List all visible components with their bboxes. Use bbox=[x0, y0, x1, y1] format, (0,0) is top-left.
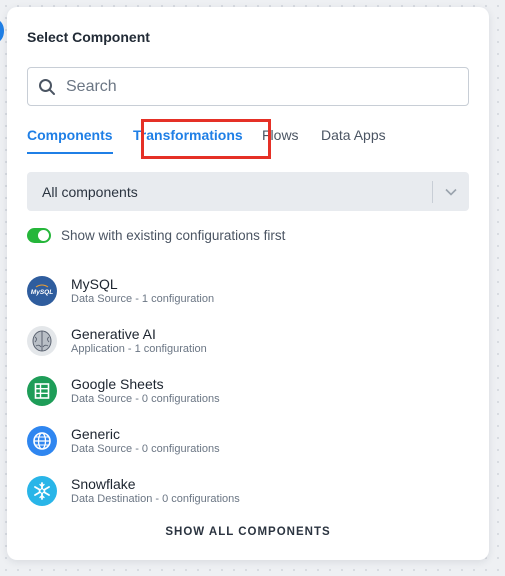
component-meta: Application - 1 configuration bbox=[71, 343, 207, 355]
brain-icon bbox=[27, 326, 57, 356]
chevron-down-icon[interactable] bbox=[433, 188, 469, 196]
svg-text:MySQL: MySQL bbox=[31, 289, 53, 296]
panel-title: Select Component bbox=[27, 29, 150, 45]
list-item-mysql[interactable]: MySQL MySQL Data Source - 1 configuratio… bbox=[27, 266, 469, 316]
component-name: Snowflake bbox=[71, 476, 136, 492]
list-item-google-sheets[interactable]: Google Sheets Data Source - 0 configurat… bbox=[27, 366, 469, 416]
tab-transformations[interactable]: Transformations bbox=[133, 127, 243, 143]
component-meta: Data Destination - 0 configurations bbox=[71, 493, 240, 505]
tab-components[interactable]: Components bbox=[27, 127, 113, 154]
list-item-snowflake[interactable]: Snowflake Data Destination - 0 configura… bbox=[27, 466, 469, 516]
toggle-label: Show with existing configurations first bbox=[61, 228, 286, 243]
show-all-components-button[interactable]: SHOW ALL COMPONENTS bbox=[7, 526, 489, 538]
existing-config-toggle[interactable] bbox=[27, 228, 51, 243]
component-name: Generative AI bbox=[71, 326, 156, 342]
snowflake-icon bbox=[27, 476, 57, 506]
globe-icon bbox=[27, 426, 57, 456]
component-name: Google Sheets bbox=[71, 376, 164, 392]
component-filter-select[interactable]: All components bbox=[27, 172, 469, 211]
search-box[interactable] bbox=[27, 67, 469, 106]
component-list: MySQL MySQL Data Source - 1 configuratio… bbox=[27, 266, 469, 516]
component-meta: Data Source - 1 configuration bbox=[71, 293, 215, 305]
component-name: Generic bbox=[71, 426, 121, 442]
tab-data-apps[interactable]: Data Apps bbox=[321, 127, 386, 143]
search-input[interactable] bbox=[64, 76, 428, 97]
list-item-generic[interactable]: Generic Data Source - 0 configurations bbox=[27, 416, 469, 466]
tab-flows[interactable]: Flows bbox=[262, 127, 299, 143]
component-meta: Data Source - 0 configurations bbox=[71, 393, 220, 405]
existing-config-toggle-row: Show with existing configurations first bbox=[27, 228, 285, 243]
search-icon bbox=[39, 78, 55, 95]
component-tabs: Components Transformations Flows Data Ap… bbox=[27, 119, 469, 159]
toggle-knob bbox=[38, 230, 49, 241]
select-value: All components bbox=[42, 183, 138, 200]
select-component-panel: Select Component Components Transformati… bbox=[7, 7, 489, 560]
mysql-logo-icon: MySQL bbox=[27, 276, 57, 306]
component-name: MySQL bbox=[71, 276, 118, 292]
background-avatar-edge bbox=[0, 20, 4, 42]
component-meta: Data Source - 0 configurations bbox=[71, 443, 220, 455]
google-sheets-icon bbox=[27, 376, 57, 406]
list-item-generative-ai[interactable]: Generative AI Application - 1 configurat… bbox=[27, 316, 469, 366]
